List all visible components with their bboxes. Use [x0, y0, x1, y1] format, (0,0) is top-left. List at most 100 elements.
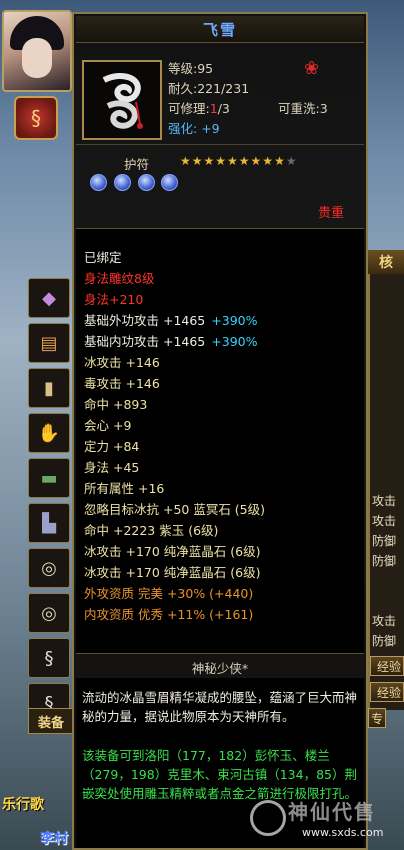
- item-tooltip: 飞雪 等级:95 耐久:221/231 可修理:1/3 可重洗:3 强化: +9…: [72, 12, 368, 850]
- star-rating: ★★★★★★★★★★: [180, 154, 298, 168]
- stat-bonus: +390%: [211, 334, 258, 349]
- enhance-label: 强化: [168, 121, 194, 136]
- stat-line: 毒攻击 +146: [84, 373, 160, 392]
- stat-line: 命中 +2223 紫玉 (6级): [84, 520, 218, 539]
- stats-list: 已绑定 身法雕纹8级 身法+210 基础外功攻击 +1465 +390% 基础内功攻击 +…: [76, 228, 364, 654]
- stat-line: 冰攻击 +146: [84, 352, 160, 371]
- scene-text: 李村: [40, 831, 68, 847]
- attr-label: 攻击: [372, 614, 397, 628]
- durability-row: 耐久:221/231: [168, 81, 250, 96]
- watermark: 神仙代售 www.sxds.com: [250, 796, 400, 846]
- stat-text: 命中 +893: [84, 397, 148, 412]
- stat-line: 冰攻击 +170 纯净蓝晶石 (6级): [84, 541, 260, 560]
- item-amulet-icon: [82, 60, 162, 140]
- right-panel-tab[interactable]: 核: [368, 250, 404, 274]
- stat-line: 忽略目标冰抗 +50 蓝冥石 (5级): [84, 499, 265, 518]
- right-attribute-panel: 攻击 攻击 防御 防御 攻击 防御: [368, 250, 404, 710]
- stat-line: 定力 +84: [84, 436, 139, 455]
- gem-icon: [137, 174, 155, 191]
- faction-badge-icon[interactable]: §: [14, 96, 58, 140]
- durability-label: 耐久: [168, 81, 194, 96]
- stat-text: 外攻资质 完美 +30% (+440): [84, 586, 254, 601]
- character-portrait[interactable]: [2, 10, 72, 92]
- stat-text: 身法 +45: [84, 460, 140, 475]
- item-type: 护符: [124, 157, 150, 172]
- item-name: 飞雪: [76, 16, 364, 43]
- attr-label: 防御: [372, 634, 397, 648]
- stat-bonus: +390%: [211, 313, 258, 328]
- quality-label: 贵重: [318, 206, 345, 221]
- stat-line: 内攻资质 优秀 +11% (+161): [84, 604, 253, 623]
- stat-line: 冰攻击 +170 纯净蓝晶石 (6级): [84, 562, 260, 581]
- rewash-value: 3: [319, 101, 328, 116]
- equip-slot-bracer-icon[interactable]: ▮: [28, 368, 70, 408]
- stat-text: 身法雕纹8级: [84, 271, 155, 286]
- rewash-row: 可重洗:3: [278, 101, 328, 116]
- stat-line: 已绑定: [84, 247, 122, 266]
- special-button[interactable]: 专: [368, 708, 386, 728]
- stat-line: 基础内功攻击 +1465 +390%: [84, 331, 257, 350]
- attr-label: 防御: [372, 534, 397, 548]
- rewash-label: 可重洗: [278, 101, 316, 116]
- watermark-text: 神仙代售: [288, 800, 376, 824]
- left-character-panel: § ◆ ▤ ▮ ✋ ▬ ▙ ◎ ◎ § § 装备 乐行歌 李村: [0, 0, 74, 850]
- durability-value: 221/231: [197, 81, 250, 96]
- equip-slot-amulet-icon[interactable]: §: [28, 638, 70, 678]
- item-source: 该装备可到洛阳（177，182）彭怀玉、楼兰（279，198）克里木、束河古镇（…: [82, 748, 358, 801]
- stat-text: 基础内功攻击 +1465: [84, 334, 206, 349]
- stat-text: 毒攻击 +146: [84, 376, 160, 391]
- stat-text: 命中 +2223 紫玉 (6级): [84, 523, 219, 538]
- repairable-label: 可修理: [168, 101, 206, 116]
- equip-slot-belt-icon[interactable]: ▬: [28, 458, 70, 498]
- exp-button[interactable]: 经验: [370, 682, 404, 702]
- attr-label: 防御: [372, 554, 397, 568]
- item-description: 流动的冰晶雪眉精华凝成的腰坠，蕴涵了巨大而神秘的力量，据说此物原本为天神所有。: [82, 690, 358, 724]
- repairable-row: 可修理:1/3: [168, 101, 230, 116]
- stat-line: 命中 +893: [84, 394, 147, 413]
- enhance-row: 强化: +9: [168, 121, 220, 136]
- divider: [76, 144, 364, 145]
- set-title: 神秘少侠*: [76, 656, 364, 679]
- watermark-logo-icon: [250, 800, 286, 836]
- equipment-slots: ◆ ▤ ▮ ✋ ▬ ▙ ◎ ◎ § §: [28, 278, 72, 728]
- equip-slot-scroll-icon[interactable]: ▤: [28, 323, 70, 363]
- repairable-total: /3: [217, 101, 230, 116]
- equip-slot-ring-icon[interactable]: ◎: [28, 593, 70, 633]
- bind-seal-icon: ❀: [304, 58, 320, 79]
- stat-text: 忽略目标冰抗 +50 蓝冥石 (5级): [84, 502, 266, 517]
- scene-text: 乐行歌: [2, 797, 44, 813]
- level-value: 95: [197, 61, 214, 76]
- equip-slot-ring-icon[interactable]: ◎: [28, 548, 70, 588]
- equip-slot-gem-icon[interactable]: ◆: [28, 278, 70, 318]
- stat-text: 基础外功攻击 +1465: [84, 313, 206, 328]
- stat-line: 外攻资质 完美 +30% (+440): [84, 583, 253, 602]
- stat-line: 会心 +9: [84, 415, 131, 434]
- gem-icon: [113, 174, 131, 191]
- stat-text: 冰攻击 +146: [84, 355, 160, 370]
- attr-label: 攻击: [372, 514, 397, 528]
- gem-sockets: [90, 174, 181, 194]
- stat-line: 身法雕纹8级: [84, 268, 154, 287]
- equip-tab[interactable]: 装备: [28, 708, 74, 734]
- stat-text: 内攻资质 优秀 +11% (+161): [84, 607, 254, 622]
- stat-text: 冰攻击 +170 纯净蓝晶石 (6级): [84, 565, 261, 580]
- stat-text: 已绑定: [84, 250, 122, 265]
- stat-line: 所有属性 +16: [84, 478, 164, 497]
- gem-icon: [161, 174, 179, 191]
- empty-star: ★: [285, 154, 298, 168]
- exp-button[interactable]: 经验: [370, 656, 404, 676]
- level-label: 等级: [168, 61, 194, 76]
- stat-line: 基础外功攻击 +1465 +390%: [84, 310, 257, 329]
- equip-slot-gauntlet-icon[interactable]: ✋: [28, 413, 70, 453]
- stat-text: 所有属性 +16: [84, 481, 165, 496]
- equip-slot-boots-icon[interactable]: ▙: [28, 503, 70, 543]
- repairable-used: 1: [209, 101, 218, 116]
- enhance-value: +9: [201, 121, 220, 136]
- gem-icon: [90, 174, 107, 191]
- stat-text: 冰攻击 +170 纯净蓝晶石 (6级): [84, 544, 261, 559]
- level-row: 等级:95: [168, 61, 214, 76]
- filled-stars: ★★★★★★★★★: [180, 154, 286, 168]
- stat-text: 定力 +84: [84, 439, 140, 454]
- stat-line: 身法+210: [84, 289, 143, 308]
- attr-label: 攻击: [372, 494, 397, 508]
